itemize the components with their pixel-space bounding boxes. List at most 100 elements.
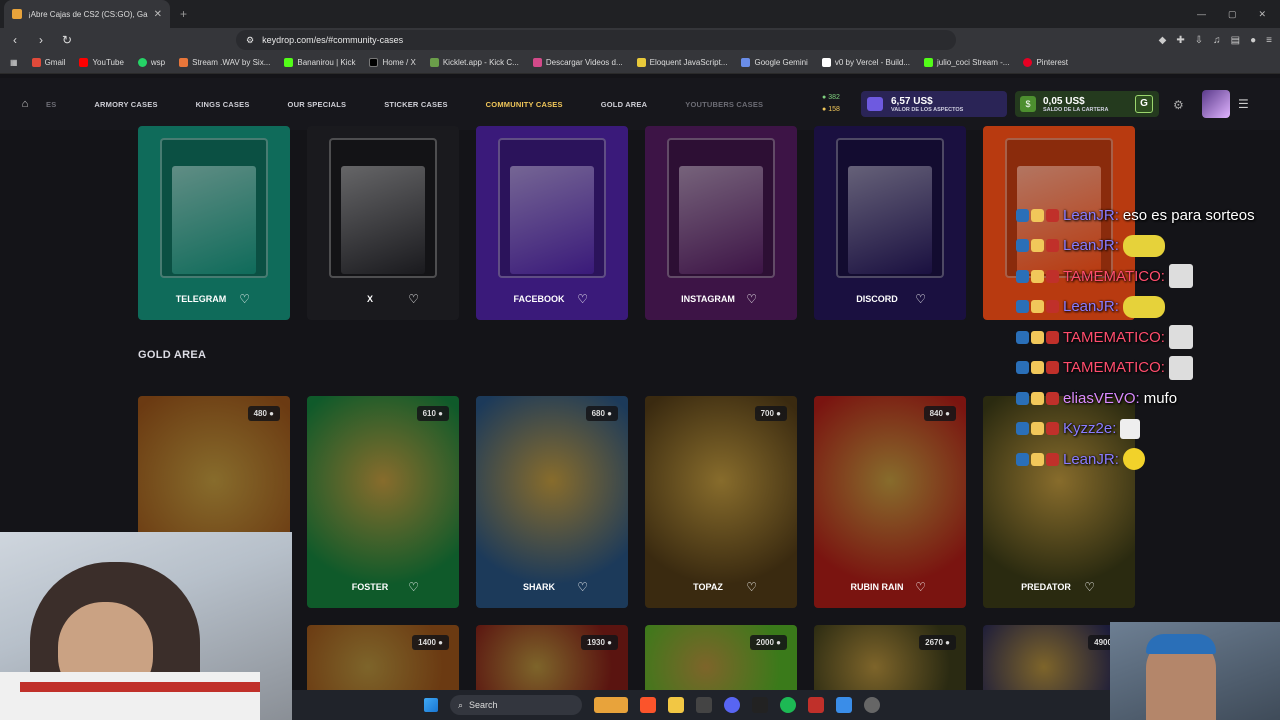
apps-grid-icon[interactable]: ▦ xyxy=(10,58,18,67)
windows-taskbar: ⌕ Search xyxy=(292,690,1110,720)
taskbar-search[interactable]: ⌕ Search xyxy=(450,695,582,715)
new-tab-icon[interactable]: + xyxy=(180,7,187,21)
wallet-box[interactable]: $ 0,05 US$ SALDO DE LA CARTERA G xyxy=(1015,91,1159,117)
bookmark-item[interactable]: Pinterest xyxy=(1023,58,1068,67)
chat-text: eso es para sorteos xyxy=(1122,206,1255,224)
bookmark-item[interactable]: wsp xyxy=(137,58,165,67)
chat-username: TAMEMATICO: xyxy=(1063,328,1165,346)
browser-tab[interactable]: ¡Abre Cajas de CS2 (CS:GO), Gan ✕ xyxy=(4,0,170,28)
obs-icon[interactable] xyxy=(752,697,768,713)
community-case-card[interactable]: INSTAGRAM ♡ xyxy=(645,126,797,320)
close-window-icon[interactable]: ✕ xyxy=(1258,9,1266,20)
badge-icon xyxy=(1031,361,1044,375)
webcam-streamer xyxy=(0,532,292,720)
skins-value-box[interactable]: 6,57 US$ VALOR DE LOS ASPECTOS xyxy=(861,91,1007,117)
nav-item[interactable]: ES xyxy=(46,100,56,109)
favorite-heart-icon[interactable]: ♡ xyxy=(915,580,926,594)
favorite-heart-icon[interactable]: ♡ xyxy=(746,292,757,306)
gold-case-card[interactable]: 680 ● SHARK ♡ xyxy=(476,396,628,608)
discord-icon[interactable] xyxy=(724,697,740,713)
bookmark-item[interactable]: YouTube xyxy=(79,58,124,67)
favorite-heart-icon[interactable]: ♡ xyxy=(915,292,926,306)
address-bar-row: ‹ › ↻ ⚙ keydrop.com/es/#community-cases … xyxy=(0,28,1280,52)
windows-start-icon[interactable] xyxy=(424,698,438,712)
url-field[interactable]: ⚙ keydrop.com/es/#community-cases xyxy=(236,30,956,50)
user-avatar[interactable] xyxy=(1202,90,1230,118)
bookmark-item[interactable]: Descargar Videos d... xyxy=(532,58,623,67)
gold-case-card[interactable]: 840 ● RUBIN RAIN ♡ xyxy=(814,396,966,608)
bookmark-item[interactable]: v0 by Vercel - Build... xyxy=(821,58,910,67)
favorite-heart-icon[interactable]: ♡ xyxy=(408,292,419,306)
reload-icon[interactable]: ↻ xyxy=(60,33,74,47)
badge-icon xyxy=(1016,330,1029,344)
forward-icon[interactable]: › xyxy=(34,33,48,47)
bookmark-item[interactable]: Home / X xyxy=(369,58,416,67)
gold-case-card[interactable]: 1930 ● xyxy=(476,625,628,695)
brave-icon[interactable] xyxy=(640,697,656,713)
bookmark-item[interactable]: Stream .WAV by Six... xyxy=(179,58,270,67)
spotify-icon[interactable] xyxy=(780,697,796,713)
file-explorer-icon[interactable] xyxy=(668,697,684,713)
favorite-heart-icon[interactable]: ♡ xyxy=(408,580,419,594)
favorite-heart-icon[interactable]: ♡ xyxy=(239,292,250,306)
bookmark-item[interactable]: Bananirou | Kick xyxy=(284,58,355,67)
hamburger-menu-icon[interactable]: ☰ xyxy=(1238,97,1249,111)
case-tag-art xyxy=(160,138,268,278)
badge-icon xyxy=(1031,208,1044,222)
nav-gold-area[interactable]: GOLD AREA xyxy=(601,100,648,109)
badge-icon xyxy=(1046,208,1059,222)
photos-icon[interactable] xyxy=(836,697,852,713)
chat-badges xyxy=(1016,361,1059,375)
gold-case-card[interactable]: 2000 ● xyxy=(645,625,797,695)
bookmark-item[interactable]: Google Gemini xyxy=(741,58,808,67)
browser-menu-icon[interactable]: ≡ xyxy=(1266,35,1272,46)
gold-badge-button[interactable]: G xyxy=(1135,95,1153,113)
site-header: ⌂ ES ARMORY CASES KINGS CASES OUR SPECIA… xyxy=(0,78,1280,130)
favorite-heart-icon[interactable]: ♡ xyxy=(1084,580,1095,594)
nav-our-specials[interactable]: OUR SPECIALS xyxy=(288,100,347,109)
gold-counter: ● 158 xyxy=(822,106,840,113)
window-controls: — ▢ ✕ xyxy=(1197,9,1280,20)
nav-community-cases[interactable]: COMMUNITY CASES xyxy=(486,100,563,109)
badge-icon xyxy=(1046,422,1059,436)
app-icon[interactable] xyxy=(864,697,880,713)
maximize-icon[interactable]: ▢ xyxy=(1228,9,1237,20)
close-tab-icon[interactable]: ✕ xyxy=(154,9,162,20)
sidebar-icon[interactable]: ▤ xyxy=(1231,35,1240,46)
bookmark-item[interactable]: Gmail xyxy=(31,58,65,67)
gold-case-card[interactable]: 700 ● TOPAZ ♡ xyxy=(645,396,797,608)
nav-youtubers-cases[interactable]: YOUTUBERS CASES xyxy=(685,100,763,109)
profile-icon[interactable]: ● xyxy=(1250,35,1256,46)
favorite-heart-icon[interactable]: ♡ xyxy=(746,580,757,594)
nav-kings-cases[interactable]: KINGS CASES xyxy=(196,100,250,109)
download-icon[interactable]: ⇩ xyxy=(1195,35,1203,46)
community-case-card[interactable]: FACEBOOK ♡ xyxy=(476,126,628,320)
favorite-heart-icon[interactable]: ♡ xyxy=(577,580,588,594)
home-icon[interactable]: ⌂ xyxy=(10,98,40,110)
extension-icon[interactable]: ◆ xyxy=(1159,35,1167,46)
nav-armory-cases[interactable]: ARMORY CASES xyxy=(94,100,157,109)
badge-icon xyxy=(1031,391,1044,405)
bookmark-item[interactable]: Eloquent JavaScript... xyxy=(636,58,727,67)
video-editor-icon[interactable] xyxy=(808,697,824,713)
bookmark-item[interactable]: julio_coci Stream -... xyxy=(923,58,1009,67)
gold-case-card[interactable]: 1400 ● xyxy=(307,625,459,695)
bookmark-item[interactable]: Kicklet.app - Kick C... xyxy=(429,58,519,67)
community-case-card[interactable]: X ♡ xyxy=(307,126,459,320)
browser-tabbar: ¡Abre Cajas de CS2 (CS:GO), Gan ✕ + — ▢ … xyxy=(0,0,1280,28)
minimize-icon[interactable]: — xyxy=(1197,9,1206,20)
music-icon[interactable]: ♫ xyxy=(1213,35,1221,46)
back-icon[interactable]: ‹ xyxy=(8,33,22,47)
settings-gear-icon[interactable]: ⚙ xyxy=(1173,98,1184,112)
puzzle-icon[interactable]: ✚ xyxy=(1176,35,1184,46)
site-info-icon[interactable]: ⚙ xyxy=(246,35,254,46)
gold-case-card[interactable]: 610 ● FOSTER ♡ xyxy=(307,396,459,608)
nav-sticker-cases[interactable]: STICKER CASES xyxy=(384,100,447,109)
chat-username: TAMEMATICO: xyxy=(1063,267,1165,285)
community-case-card[interactable]: DISCORD ♡ xyxy=(814,126,966,320)
gold-case-card[interactable]: 2670 ● xyxy=(814,625,966,695)
widgets-icon[interactable] xyxy=(594,697,628,713)
favorite-heart-icon[interactable]: ♡ xyxy=(577,292,588,306)
app-icon[interactable] xyxy=(696,697,712,713)
community-case-card[interactable]: TELEGRAM ♡ xyxy=(138,126,290,320)
